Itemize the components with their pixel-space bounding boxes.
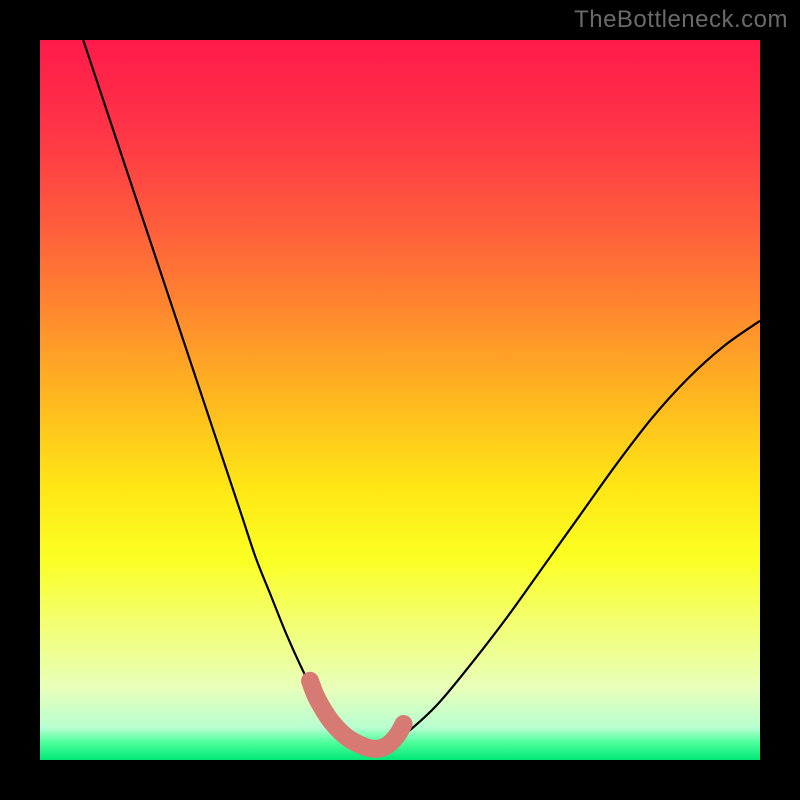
series-bottleneck-curve (83, 40, 760, 749)
series-highlight-region (310, 681, 404, 749)
plot-area (40, 40, 760, 760)
chart-curves (40, 40, 760, 760)
watermark-text: TheBottleneck.com (574, 6, 788, 34)
